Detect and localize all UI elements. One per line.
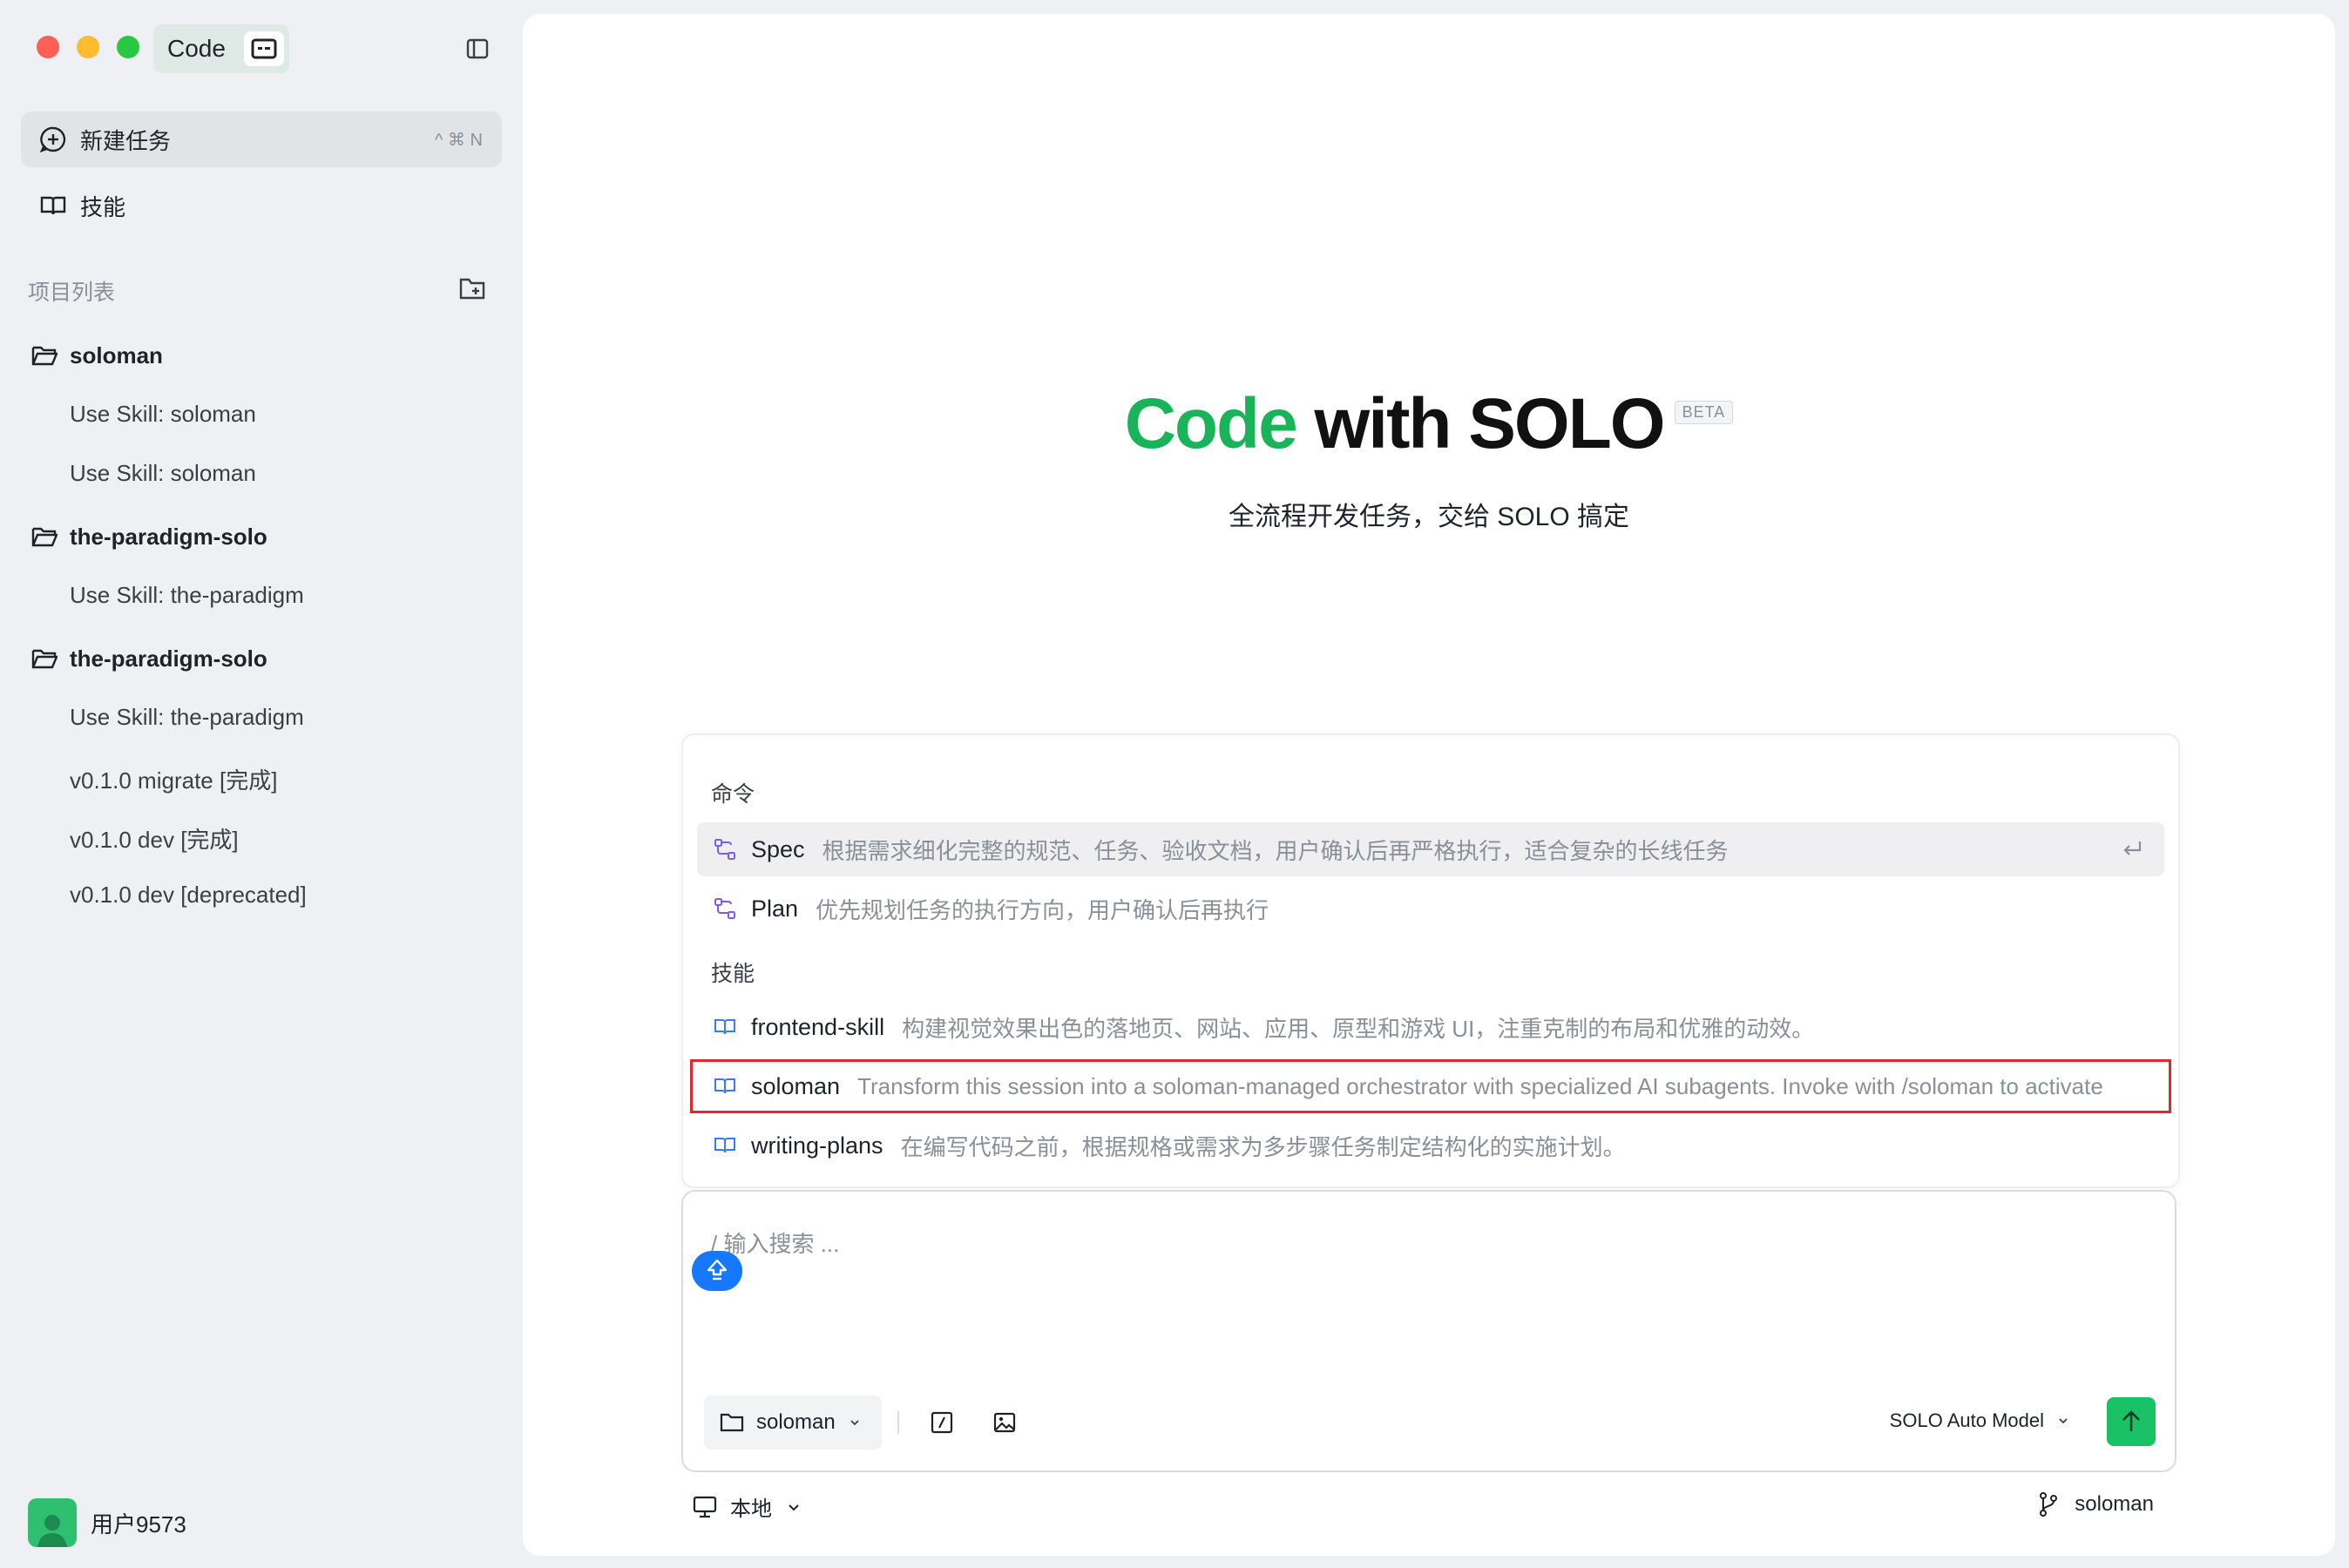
command-desc: 优先规划任务的执行方向，用户确认后再执行 <box>816 896 1269 923</box>
model-select[interactable]: SOLO Auto Model <box>1890 1409 2070 1432</box>
chevron-down-icon <box>2059 1418 2068 1424</box>
skill-desc: Transform this session into a soloman-ma… <box>857 1072 2103 1099</box>
hero-title-solo: with SOLO <box>1314 384 1666 463</box>
project-folder-the-paradigm-solo[interactable]: the-paradigm-solo <box>31 519 267 554</box>
branch-indicator[interactable]: soloman <box>2038 1491 2154 1517</box>
chevron-down-icon <box>850 1420 859 1426</box>
command-item-plan[interactable]: Plan 优先规划任务的执行方向，用户确认后再执行 <box>697 882 2164 936</box>
task-item[interactable]: Use Skill: soloman <box>70 460 256 487</box>
user-name: 用户9573 <box>91 1511 186 1538</box>
chevron-down-icon <box>789 1504 799 1511</box>
task-item[interactable]: v0.1.0 dev [完成] <box>70 822 239 855</box>
skill-item-frontend-skill[interactable]: frontend-skill 构建视觉效果出色的落地页、网站、应用、原型和游戏 … <box>697 1000 2164 1054</box>
environment-value: 本地 <box>730 1497 772 1521</box>
slash-command-icon[interactable] <box>929 1409 955 1436</box>
command-item-spec[interactable]: Spec 根据需求细化完整的规范、任务、验收文档，用户确认后再严格执行，适合复杂… <box>697 822 2164 876</box>
cursor-pointer-icon <box>692 1251 742 1291</box>
minimize-window-button[interactable] <box>77 36 99 58</box>
folder-open-icon <box>31 649 58 669</box>
folder-open-icon <box>31 527 58 547</box>
app-tab-label: Code <box>167 35 226 62</box>
command-name: Spec <box>751 835 805 862</box>
command-popup: 命令 Spec 根据需求细化完整的规范、任务、验收文档，用户确认后再严格执行，适… <box>681 733 2180 1188</box>
skill-name: frontend-skill <box>751 1013 885 1040</box>
commands-group-label: 命令 <box>711 782 755 807</box>
new-task-button[interactable]: 新建任务 ^ ⌘ N <box>21 112 502 167</box>
book-icon <box>714 1078 735 1094</box>
task-item[interactable]: Use Skill: the-paradigm <box>70 704 304 731</box>
book-icon <box>714 1138 735 1153</box>
task-item[interactable]: Use Skill: the-paradigm <box>70 582 304 609</box>
avatar <box>28 1498 77 1547</box>
new-project-folder-icon[interactable] <box>458 275 486 301</box>
folder-icon <box>720 1413 744 1432</box>
project-folder-the-paradigm-solo-2[interactable]: the-paradigm-solo <box>31 641 267 676</box>
project-select[interactable]: soloman <box>704 1396 882 1450</box>
git-branch-icon <box>2040 1492 2058 1517</box>
zoom-window-button[interactable] <box>117 36 139 58</box>
task-item[interactable]: v0.1.0 dev [deprecated] <box>70 882 307 909</box>
hero-title-code: Code <box>1124 384 1298 463</box>
send-button[interactable] <box>2107 1397 2156 1446</box>
skills-group-label: 技能 <box>711 962 755 986</box>
sidebar: Code 新建任务 ^ ⌘ N 技能 项目列表 soloman Use Skil… <box>0 0 523 1568</box>
hero-subtitle: 全流程开发任务，交给 SOLO 搞定 <box>1228 503 1630 531</box>
monitor-icon <box>693 1496 717 1517</box>
project-name: soloman <box>70 341 163 368</box>
project-name: the-paradigm-solo <box>70 645 267 672</box>
skill-desc: 构建视觉效果出色的落地页、网站、应用、原型和游戏 UI，注重克制的布局和优雅的动… <box>902 1015 1815 1042</box>
sidebar-toggle-icon[interactable] <box>465 37 490 61</box>
skill-name: writing-plans <box>751 1132 883 1159</box>
workflow-icon <box>714 839 735 860</box>
model-select-value: SOLO Auto Model <box>1889 1409 2044 1431</box>
skills-nav-item[interactable]: 技能 <box>21 178 502 233</box>
main-panel: Code with SOLO BETA 全流程开发任务，交给 SOLO 搞定 命令… <box>523 14 2335 1556</box>
project-name: the-paradigm-solo <box>70 523 267 550</box>
image-upload-icon[interactable] <box>992 1409 1018 1436</box>
new-task-shortcut: ^ ⌘ N <box>435 130 483 150</box>
book-icon <box>714 1019 735 1035</box>
branch-name: soloman <box>2075 1492 2154 1516</box>
enter-key-icon <box>2123 841 2142 855</box>
environment-select[interactable]: 本地 <box>692 1491 802 1522</box>
terminal-icon[interactable] <box>244 31 284 66</box>
chat-plus-icon <box>39 126 66 153</box>
skill-item-soloman[interactable]: soloman Transform this session into a so… <box>690 1059 2171 1113</box>
skill-name: soloman <box>751 1072 841 1099</box>
skill-item-writing-plans[interactable]: writing-plans 在编写代码之前，根据规格或需求为多步骤任务制定结构化… <box>697 1119 2164 1173</box>
beta-badge: BETA <box>1674 401 1734 424</box>
close-window-button[interactable] <box>37 36 59 58</box>
command-desc: 根据需求细化完整的规范、任务、验收文档，用户确认后再严格执行，适合复杂的长线任务 <box>822 837 1729 864</box>
project-folder-soloman[interactable]: soloman <box>31 338 163 373</box>
app-window: Code 新建任务 ^ ⌘ N 技能 项目列表 soloman Use Skil… <box>0 0 2349 1568</box>
hero-title: Code with SOLO BETA <box>523 383 2335 465</box>
skill-desc: 在编写代码之前，根据规格或需求为多步骤任务制定结构化的实施计划。 <box>900 1133 1626 1160</box>
task-item[interactable]: Use Skill: soloman <box>70 401 256 428</box>
folder-open-icon <box>31 346 58 366</box>
app-tab-code[interactable]: Code <box>153 24 289 73</box>
book-icon <box>40 196 66 215</box>
prompt-input-box[interactable]: / 输入搜索 ... soloman SOLO Auto Model <box>681 1190 2176 1472</box>
task-item[interactable]: v0.1.0 migrate [完成] <box>70 763 277 795</box>
user-profile[interactable]: 用户9573 <box>28 1498 186 1547</box>
workflow-icon <box>714 898 735 919</box>
arrow-up-icon <box>2122 1410 2140 1431</box>
skills-label: 技能 <box>80 193 126 220</box>
new-task-label: 新建任务 <box>80 127 172 154</box>
project-select-value: soloman <box>756 1410 836 1434</box>
toolbar-divider <box>897 1411 899 1434</box>
command-name: Plan <box>751 895 799 922</box>
projects-section-title: 项目列表 <box>28 280 116 305</box>
